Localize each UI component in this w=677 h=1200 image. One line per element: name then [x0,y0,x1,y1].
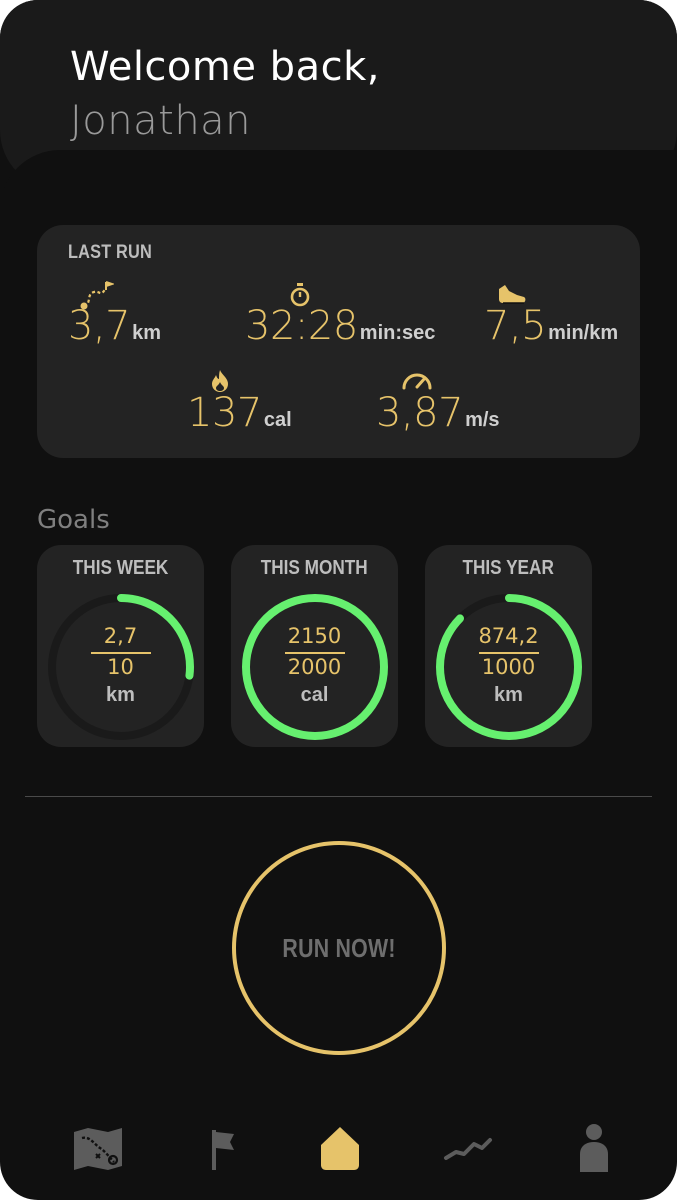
stats-icon [444,1138,492,1160]
goal-title-year-text: THIS YEAR [462,557,555,579]
goal-title-year: THIS YEAR [425,557,592,580]
goal-target-month: 2000 [287,655,342,679]
time-value: 32:28 [245,303,358,349]
last-run-time: 32:28 min:sec [245,303,435,349]
shoe-icon [499,285,526,304]
nav-home[interactable] [310,1120,370,1176]
last-run-calories: 137 cal [187,390,292,436]
goal-card-month[interactable]: THIS MONTH 2150 2000 cal [231,545,398,747]
goal-target-year: 1000 [481,655,536,679]
run-now-button[interactable]: RUN NOW! [232,841,446,1055]
app-screen: Welcome back, Jonathan LAST RUN 3,7 km 32… [0,0,677,1200]
section-divider [25,796,652,797]
map-icon [74,1128,122,1170]
header-curve [0,150,677,210]
speedometer-icon [402,373,432,390]
speed-value: 3,87 [376,390,464,436]
goal-title-month-text: THIS MONTH [260,557,369,579]
goal-current-week: 2,7 [103,624,138,648]
greeting-text: Welcome back, [70,44,380,90]
profile-icon [580,1124,608,1172]
calories-value: 137 [187,390,262,436]
goals-heading: Goals [37,505,110,535]
home-icon [321,1127,359,1170]
last-run-pace: 7,5 min/km [484,303,618,349]
nav-goals[interactable] [192,1120,252,1176]
goal-current-month: 2150 [287,624,342,648]
run-now-label: RUN NOW! [282,932,396,963]
nav-map[interactable] [68,1120,128,1176]
goal-title-month: THIS MONTH [231,557,398,580]
goal-title-week-text: THIS WEEK [72,557,169,579]
goal-current-year: 874,2 [478,624,539,648]
flag-icon [212,1130,234,1170]
last-run-speed: 3,87 m/s [376,390,500,436]
goal-card-year[interactable]: THIS YEAR 874,2 1000 km [425,545,592,747]
last-run-title: LAST RUN [68,242,152,263]
goal-title-week: THIS WEEK [37,557,204,580]
nav-stats[interactable] [438,1120,498,1176]
nav-profile[interactable] [564,1120,624,1176]
last-run-card[interactable]: LAST RUN 3,7km 32:28min:sec 7,5min/km [37,225,640,458]
pace-value: 7,5 [484,303,547,349]
goal-fraction-bar-month [285,652,345,654]
user-name: Jonathan [70,98,252,144]
calories-unit: cal [263,409,292,431]
goal-card-week[interactable]: THIS WEEK 2,7 10 km [37,545,204,747]
goal-fraction-bar-year [479,652,539,654]
speed-unit: m/s [465,409,500,431]
goal-fraction-bar-week [91,652,151,654]
distance-unit: km [132,322,162,344]
distance-value: 3,7 [68,303,131,349]
pace-unit: min/km [548,322,619,344]
last-run-distance: 3,7 km [68,303,161,349]
goal-unit-week: km [106,684,135,706]
goal-unit-year: km [494,684,523,706]
time-unit: min:sec [359,322,436,344]
goal-unit-month: cal [300,684,329,706]
goal-target-week: 10 [107,655,134,679]
